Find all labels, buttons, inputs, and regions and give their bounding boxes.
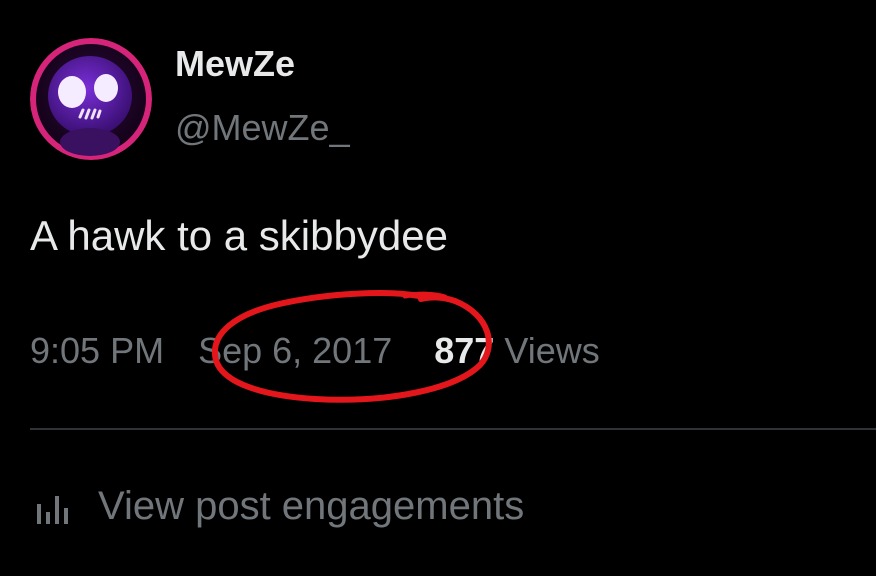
avatar-image bbox=[30, 38, 152, 160]
post-time[interactable]: 9:05 PM bbox=[30, 333, 164, 369]
author-display-name[interactable]: MewZe bbox=[175, 46, 295, 82]
post-meta: 9:05 PM Sep 6, 2017 877 Views bbox=[30, 333, 600, 369]
post-text: A hawk to a skibbydee bbox=[30, 212, 448, 259]
author-handle[interactable]: @MewZe_ bbox=[175, 110, 350, 146]
views-count: 877 bbox=[434, 330, 495, 371]
divider bbox=[30, 428, 876, 430]
avatar[interactable] bbox=[30, 38, 152, 160]
views-label: Views bbox=[504, 330, 600, 371]
view-post-engagements-link[interactable]: View post engagements bbox=[36, 486, 524, 526]
view-post-engagements-label: View post engagements bbox=[98, 484, 525, 528]
post-date[interactable]: Sep 6, 2017 bbox=[198, 333, 392, 369]
bar-chart-icon bbox=[37, 496, 68, 524]
